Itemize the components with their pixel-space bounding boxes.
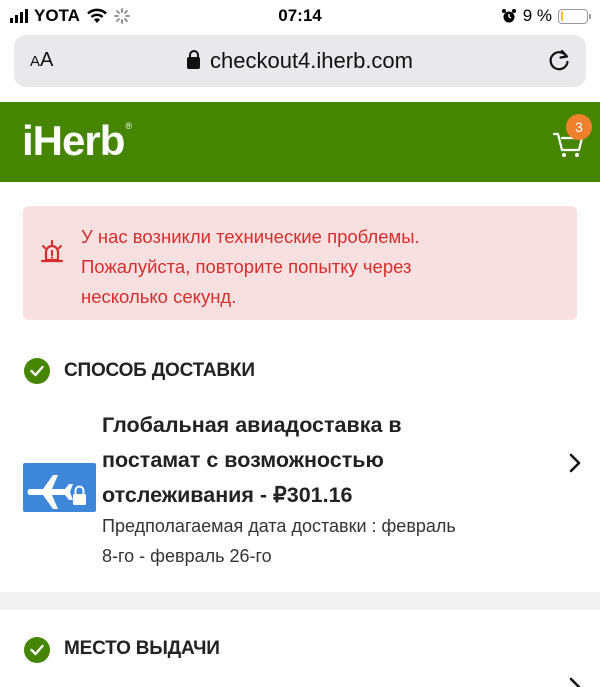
alert-line: несколько секунд. [81, 286, 237, 307]
chevron-right-icon[interactable] [568, 676, 582, 687]
shipping-method-title: Глобальная авиадоставка в постамат с воз… [102, 408, 522, 513]
iherb-logo[interactable]: iHerb® [22, 117, 132, 165]
estimate-line: Предполагаемая дата доставки : февраль [102, 516, 456, 536]
cart-count-badge[interactable]: 3 [566, 114, 592, 140]
method-line: Глобальная авиадоставка в [102, 413, 402, 437]
chevron-right-icon[interactable] [568, 452, 582, 474]
shipping-section-title: СПОСОБ ДОСТАВКИ [64, 360, 255, 381]
status-right: 9 % [501, 6, 591, 26]
reload-icon[interactable] [546, 47, 572, 73]
estimate-line: 8-го - февраль 26-го [102, 546, 272, 566]
error-alert: У нас возникли технические проблемы. Пож… [23, 206, 577, 320]
method-line: постамат с возможностью [102, 448, 384, 472]
method-line: отслеживания - ₽301.16 [102, 483, 353, 507]
site-header: iHerb® [0, 102, 600, 182]
alarm-clock-icon [501, 9, 516, 23]
check-circle-icon [24, 637, 50, 663]
shipping-method-option[interactable]: Глобальная авиадоставка в постамат с воз… [0, 400, 600, 580]
section-divider [0, 592, 600, 610]
address-bar[interactable]: AA checkout4.iherb.com [14, 35, 586, 87]
alert-message: У нас возникли технические проблемы. Пож… [81, 222, 561, 312]
status-bar: YOTA 07:14 9 % [0, 0, 600, 32]
alert-line: Пожалуйста, повторите попытку через [81, 256, 412, 277]
alarm-bell-icon [40, 239, 64, 263]
lock-icon [187, 50, 200, 69]
battery-icon [558, 8, 591, 24]
pickup-section-title: МЕСТО ВЫДАЧИ [64, 638, 220, 659]
battery-percent: 9 % [522, 6, 552, 25]
delivery-estimate: Предполагаемая дата доставки : февраль 8… [102, 511, 522, 571]
check-circle-icon [24, 358, 50, 384]
alert-line: У нас возникли технические проблемы. [81, 226, 420, 247]
battery-level [560, 11, 563, 21]
url-text[interactable]: checkout4.iherb.com [14, 48, 586, 74]
airplane-lock-icon [23, 463, 96, 512]
